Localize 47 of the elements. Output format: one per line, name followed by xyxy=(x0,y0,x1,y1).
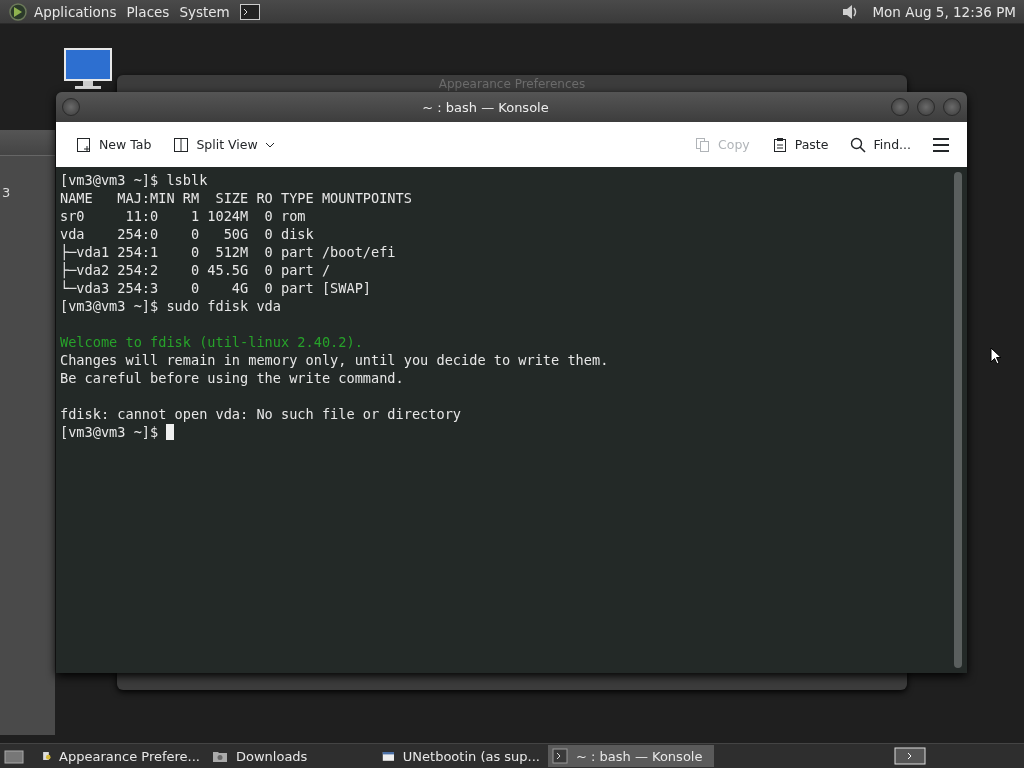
terminal-launcher-icon[interactable] xyxy=(239,3,260,20)
workspace-icon[interactable] xyxy=(894,747,926,765)
window-button[interactable] xyxy=(943,98,961,116)
terminal-line: ├─vda2 254:2 0 45.5G 0 part / xyxy=(60,262,331,278)
split-view-icon xyxy=(173,136,190,153)
split-button[interactable]: Split View xyxy=(167,132,281,157)
taskbar-button[interactable]: ~ : bash — Konsole xyxy=(548,745,714,767)
mouse-pointer-icon xyxy=(990,347,1002,365)
search-icon xyxy=(850,136,867,153)
terminal-line: ├─vda1 254:1 0 512M 0 part /boot/efi xyxy=(60,244,396,260)
window-title: ~ : bash — Konsole xyxy=(421,99,550,115)
show-desktop-icon[interactable] xyxy=(4,748,24,764)
text-cursor xyxy=(166,424,175,440)
terminal-line: [vm3@vm3 ~]$ lsblk xyxy=(60,172,208,188)
terminal-line: Changes will remain in memory only, until you decide to write them. xyxy=(60,352,609,368)
terminal-line: vda 254:0 0 50G 0 disk xyxy=(60,226,314,242)
window-button[interactable] xyxy=(891,98,909,116)
terminal-line: Welcome to fdisk (util-linux 2.40.2). xyxy=(60,334,363,350)
panel-menu[interactable]: Applications xyxy=(34,3,117,20)
terminal-icon xyxy=(552,748,568,764)
window-titlebar xyxy=(0,130,55,156)
panel-menu[interactable]: System xyxy=(179,3,230,20)
copy-icon xyxy=(695,136,711,153)
window-button[interactable] xyxy=(62,98,80,116)
terminal-line: fdisk: cannot open vda: No such file or directory xyxy=(60,406,462,422)
terminal-prompt: [vm3@vm3 ~]$ xyxy=(60,424,160,440)
terminal-line: sr0 11:0 1 1024M 0 rom xyxy=(60,208,306,224)
caret-icon xyxy=(264,141,275,148)
taskbar-button[interactable]: UNetbootin (as sup... xyxy=(378,745,544,767)
terminal-line: └─vda3 254:3 0 4G 0 part [SWAP] xyxy=(60,280,371,296)
scrollbar[interactable] xyxy=(954,172,962,668)
terminal-line: Be careful before using the write command. xyxy=(60,370,404,386)
find-button[interactable]: Find... xyxy=(844,132,917,157)
window-button[interactable] xyxy=(917,98,935,116)
terminal-line: [vm3@vm3 ~]$ sudo fdisk vda xyxy=(60,298,281,314)
menu-logo-icon[interactable] xyxy=(8,1,28,22)
menu-icon xyxy=(933,137,949,152)
newtab-button[interactable]: New Tab xyxy=(70,132,158,157)
new-tab-icon xyxy=(76,136,92,153)
taskbar-button[interactable]: Downloads xyxy=(208,745,374,767)
taskbar-button[interactable]: Appearance Prefere... xyxy=(38,745,204,767)
panel-menu[interactable]: Places xyxy=(126,3,170,20)
window-text: 3 xyxy=(2,185,11,200)
paste-button[interactable]: Paste xyxy=(765,132,835,157)
clipboard-icon xyxy=(771,136,788,153)
terminal-line: NAME MAJ:MIN RM SIZE RO TYPE MOUNTPOINTS xyxy=(60,190,412,206)
clock[interactable]: Mon Aug 5, 12:36 PM xyxy=(872,3,1016,20)
